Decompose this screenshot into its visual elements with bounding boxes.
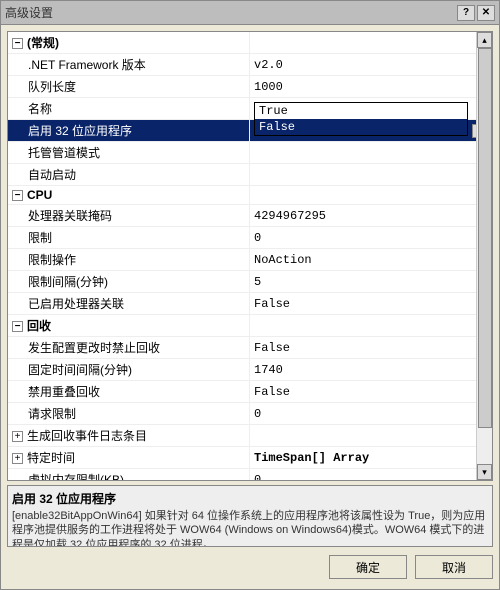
prop-requests-value[interactable]: 0	[250, 403, 492, 425]
scroll-up-icon[interactable]: ▴	[477, 32, 492, 48]
prop-interval-value[interactable]: 5	[250, 271, 492, 293]
toggle-recycle[interactable]: −	[12, 321, 23, 332]
prop-enable32-label[interactable]: 启用 32 位应用程序	[8, 120, 250, 142]
cat-recycle: 回收	[27, 319, 51, 333]
scrollbar[interactable]: ▴ ▾	[476, 32, 492, 480]
prop-net-label[interactable]: .NET Framework 版本	[8, 54, 250, 76]
prop-vmem-label[interactable]: 虚拟内存限制(KB)	[8, 469, 250, 481]
prop-pipeline-value[interactable]	[250, 142, 492, 164]
prop-pipeline-label[interactable]: 托管管道模式	[8, 142, 250, 164]
prop-name-label[interactable]: 名称	[8, 98, 250, 120]
prop-limit-label[interactable]: 限制	[8, 227, 250, 249]
prop-autostart-value[interactable]	[250, 164, 492, 186]
close-button[interactable]: ✕	[477, 5, 495, 21]
prop-interval-label[interactable]: 限制间隔(分钟)	[8, 271, 250, 293]
cat-general: (常规)	[27, 36, 59, 50]
prop-overlap-label[interactable]: 禁用重叠回收	[8, 381, 250, 403]
toggle-cpu[interactable]: −	[12, 190, 23, 201]
prop-enaff-label[interactable]: 已启用处理器关联	[8, 293, 250, 315]
window-title: 高级设置	[5, 4, 457, 21]
ok-button[interactable]: 确定	[329, 555, 407, 579]
toggle-events[interactable]: +	[12, 431, 23, 442]
cat-cpu: CPU	[27, 188, 52, 202]
prop-times-value[interactable]: TimeSpan[] Array	[250, 447, 492, 469]
prop-regular-value[interactable]: 1740	[250, 359, 492, 381]
toggle-general[interactable]: −	[12, 38, 23, 49]
cancel-button[interactable]: 取消	[415, 555, 493, 579]
dropdown-option-true[interactable]: True	[255, 103, 467, 119]
toggle-times[interactable]: +	[12, 453, 23, 464]
prop-requests-label[interactable]: 请求限制	[8, 403, 250, 425]
prop-overlap-value[interactable]: False	[250, 381, 492, 403]
property-grid[interactable]: −(常规) .NET Framework 版本v2.0 队列长度1000 名称D…	[7, 31, 493, 481]
prop-autostart-label[interactable]: 自动启动	[8, 164, 250, 186]
prop-regular-label[interactable]: 固定时间间隔(分钟)	[8, 359, 250, 381]
prop-disallow-value[interactable]: False	[250, 337, 492, 359]
scroll-down-icon[interactable]: ▾	[477, 464, 492, 480]
prop-disallow-label[interactable]: 发生配置更改时禁止回收	[8, 337, 250, 359]
dropdown-option-false[interactable]: False	[255, 119, 467, 135]
prop-times-label[interactable]: 特定时间	[27, 451, 75, 465]
prop-queue-label[interactable]: 队列长度	[8, 76, 250, 98]
prop-action-label[interactable]: 限制操作	[8, 249, 250, 271]
prop-vmem-value[interactable]: 0	[250, 469, 492, 481]
scroll-thumb[interactable]	[478, 48, 492, 428]
description-title: 启用 32 位应用程序	[12, 490, 488, 507]
description-text: [enable32BitAppOnWin64] 如果针对 64 位操作系统上的应…	[12, 509, 488, 547]
prop-affinity-label[interactable]: 处理器关联掩码	[8, 205, 250, 227]
dropdown-list[interactable]: True False	[254, 102, 468, 136]
prop-net-value[interactable]: v2.0	[250, 54, 492, 76]
prop-events-label[interactable]: 生成回收事件日志条目	[27, 429, 147, 443]
prop-queue-value[interactable]: 1000	[250, 76, 492, 98]
help-button[interactable]: ?	[457, 5, 475, 21]
description-panel: 启用 32 位应用程序 [enable32BitAppOnWin64] 如果针对…	[7, 485, 493, 547]
prop-action-value[interactable]: NoAction	[250, 249, 492, 271]
prop-limit-value[interactable]: 0	[250, 227, 492, 249]
prop-events-value[interactable]	[250, 425, 492, 447]
prop-enaff-value[interactable]: False	[250, 293, 492, 315]
prop-affinity-value[interactable]: 4294967295	[250, 205, 492, 227]
